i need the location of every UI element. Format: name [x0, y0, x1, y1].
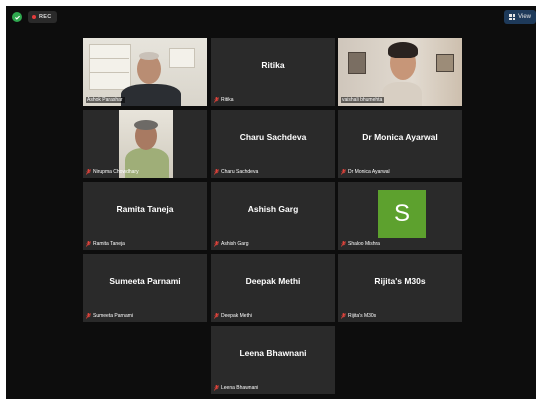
- participant-tile-sumeeta-parnami[interactable]: Sumeeta Parnami Sumeeta Parnami: [83, 254, 207, 322]
- participant-label: Sumeeta Parnami: [86, 313, 133, 319]
- participant-tile-rijitas-m30s[interactable]: Rijita's M30s Rijita's M30s: [338, 254, 462, 322]
- participant-name: Ashish Garg: [221, 241, 249, 247]
- participant-display-name: Ashish Garg: [247, 204, 299, 214]
- muted-mic-icon: [341, 241, 346, 247]
- participant-label: Dr Monica Ayarwal: [341, 169, 390, 175]
- participant-name: vaishali bhumehta: [342, 97, 383, 103]
- participant-name: Shaloo Mishra: [348, 241, 380, 247]
- security-shield-icon[interactable]: [12, 12, 22, 22]
- participant-name: Deepak Methi: [221, 313, 252, 319]
- participant-display-name: Deepak Methi: [245, 276, 301, 286]
- participant-tile-ramita-taneja[interactable]: Ramita Taneja Ramita Taneja: [83, 182, 207, 250]
- recording-indicator[interactable]: REC: [28, 11, 57, 23]
- meeting-window: REC View Ashok Parashar Ritika Ritika va…: [6, 6, 536, 399]
- participant-video: [83, 38, 207, 106]
- participant-tile-ashish-garg[interactable]: Ashish Garg Ashish Garg: [211, 182, 335, 250]
- muted-mic-icon: [341, 169, 346, 175]
- participant-tile-ashok-parashar[interactable]: Ashok Parashar: [83, 38, 207, 106]
- participant-tile-leena-bhawnani[interactable]: Leena Bhawnani Leena Bhawnani: [211, 326, 335, 394]
- meeting-top-bar: REC View: [6, 6, 536, 28]
- muted-mic-icon: [214, 241, 219, 247]
- participant-video: [338, 38, 462, 106]
- participant-label: Deepak Methi: [214, 313, 252, 319]
- participant-label: vaishali bhumehta: [341, 97, 385, 103]
- participant-name: Rijita's M30s: [348, 313, 377, 319]
- muted-mic-icon: [86, 169, 91, 175]
- participant-name: Dr Monica Ayarwal: [348, 169, 390, 175]
- muted-mic-icon: [214, 313, 219, 319]
- participant-tile-deepak-methi[interactable]: Deepak Methi Deepak Methi: [211, 254, 335, 322]
- participant-label: Charu Sachdeva: [214, 169, 258, 175]
- participant-tile-charu-sachdeva[interactable]: Charu Sachdeva Charu Sachdeva: [211, 110, 335, 178]
- participant-video: [83, 110, 207, 178]
- participant-display-name: Leena Bhawnani: [239, 348, 307, 358]
- muted-mic-icon: [86, 313, 91, 319]
- participant-label: Leena Bhawnani: [214, 385, 258, 391]
- participant-display-name: Ramita Taneja: [116, 204, 174, 214]
- participant-label: Ritika: [214, 97, 234, 103]
- recording-label: REC: [39, 14, 52, 20]
- participant-tile-shaloo-mishra[interactable]: S Shaloo Mishra: [338, 182, 462, 250]
- participant-label: Ashish Garg: [214, 241, 249, 247]
- participant-name: Ramita Taneja: [93, 241, 125, 247]
- participant-name: Ashok Parashar: [87, 97, 123, 103]
- participant-label: Ramita Taneja: [86, 241, 125, 247]
- participant-display-name: Dr Monica Ayarwal: [362, 132, 438, 142]
- screenshot-frame: REC View Ashok Parashar Ritika Ritika va…: [0, 0, 536, 399]
- participant-label: Ashok Parashar: [86, 97, 125, 103]
- muted-mic-icon: [214, 97, 219, 103]
- participant-tile-vaishali-bhumehta[interactable]: vaishali bhumehta: [338, 38, 462, 106]
- participant-avatar: S: [378, 190, 426, 238]
- participant-name: Charu Sachdeva: [221, 169, 259, 175]
- participant-name: Leena Bhawnani: [221, 385, 259, 391]
- grid-view-icon: [509, 14, 516, 20]
- participant-tile-ritika[interactable]: Ritika Ritika: [211, 38, 335, 106]
- participant-name: Ritika: [221, 97, 234, 103]
- participant-label: Nirupma Chowdhary: [86, 169, 139, 175]
- muted-mic-icon: [341, 313, 346, 319]
- participant-display-name: Ritika: [261, 60, 285, 70]
- participant-tile-dr-monica-ayarwal[interactable]: Dr Monica Ayarwal Dr Monica Ayarwal: [338, 110, 462, 178]
- participant-name: Sumeeta Parnami: [93, 313, 134, 319]
- participant-display-name: Sumeeta Parnami: [109, 276, 181, 286]
- view-button[interactable]: View: [504, 10, 536, 24]
- muted-mic-icon: [214, 385, 219, 391]
- participant-label: Shaloo Mishra: [341, 241, 380, 247]
- participant-display-name: Rijita's M30s: [374, 276, 426, 286]
- participant-label: Rijita's M30s: [341, 313, 376, 319]
- participant-tile-nirupma-chowdhary[interactable]: Nirupma Chowdhary: [83, 110, 207, 178]
- muted-mic-icon: [214, 169, 219, 175]
- record-dot-icon: [32, 15, 36, 19]
- participant-name: Nirupma Chowdhary: [93, 169, 139, 175]
- view-button-label: View: [518, 14, 531, 20]
- muted-mic-icon: [86, 241, 91, 247]
- participant-display-name: Charu Sachdeva: [239, 132, 307, 142]
